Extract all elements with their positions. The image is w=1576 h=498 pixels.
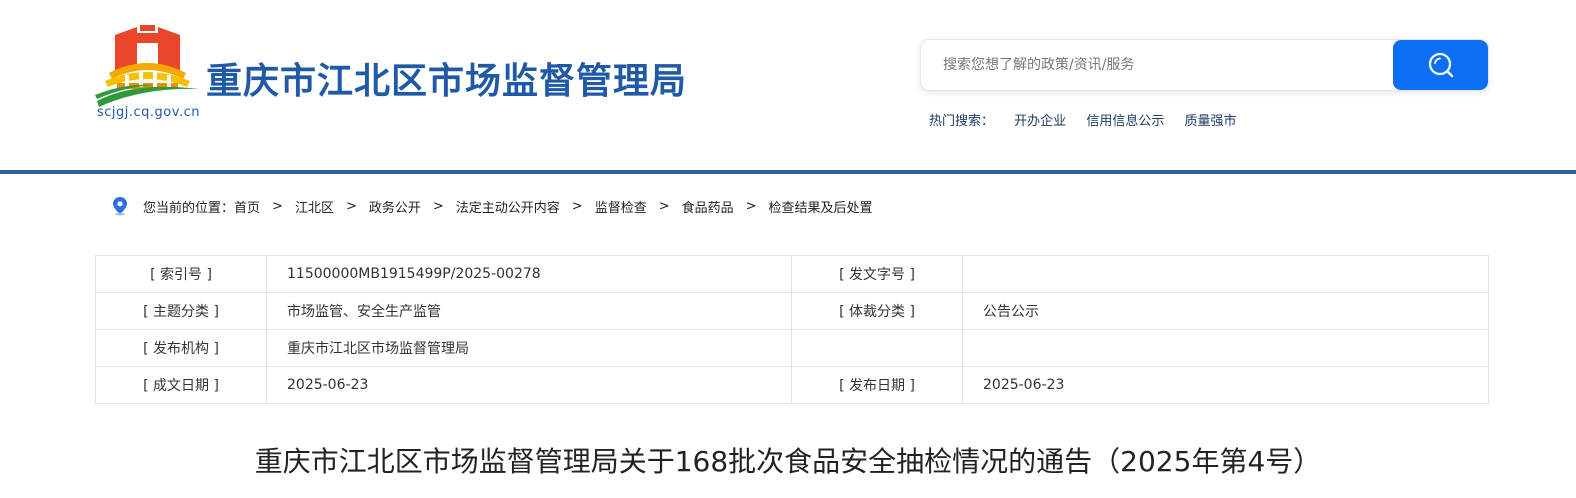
meta-value: 公告公示 — [962, 292, 1489, 330]
meta-key: [ 体裁分类 ] — [791, 292, 963, 330]
meta-value — [962, 255, 1489, 293]
breadcrumb-item[interactable]: 检查结果及后处置 — [769, 197, 873, 216]
breadcrumb-separator: > — [745, 198, 757, 214]
breadcrumb-separator: > — [658, 198, 670, 214]
hot-search-link[interactable]: 质量强市 — [1184, 114, 1236, 129]
meta-value: 重庆市江北区市场监督管理局 — [266, 329, 792, 367]
site-domain: scjgj.cq.gov.cn — [97, 105, 200, 120]
breadcrumb-item[interactable]: 政务公开 — [369, 197, 421, 216]
search-input[interactable] — [921, 40, 1393, 90]
table-row: [ 发布机构 ] 重庆市江北区市场监督管理局 — [95, 329, 1489, 367]
breadcrumb-separator: > — [272, 198, 283, 214]
breadcrumb-item[interactable]: 食品药品 — [682, 197, 734, 216]
breadcrumb-separator: > — [432, 198, 444, 214]
hot-search-link[interactable]: 开办企业 — [1014, 114, 1066, 129]
breadcrumb-separator: > — [345, 198, 357, 214]
breadcrumb-item[interactable]: 首页 — [234, 197, 260, 216]
header-divider — [0, 170, 1576, 174]
location-pin-icon — [113, 197, 127, 216]
site-header: 重庆市江北区市场监督管理局 scjgj.cq.gov.cn 热门搜索： 开办企业… — [0, 0, 1576, 170]
document-meta-table: [ 索引号 ] 11500000MB1915499P/2025-00278 [ … — [95, 255, 1489, 404]
meta-key: [ 索引号 ] — [95, 255, 267, 293]
meta-key: [ 发文字号 ] — [791, 255, 963, 293]
search-button[interactable] — [1393, 40, 1488, 90]
meta-value: 2025-06-23 — [266, 366, 792, 404]
search-icon — [1428, 52, 1453, 78]
table-row: [ 主题分类 ] 市场监管、安全生产监管 [ 体裁分类 ] 公告公示 — [95, 292, 1489, 330]
search-box — [921, 40, 1488, 90]
meta-value — [962, 329, 1489, 367]
hot-search-link[interactable]: 信用信息公示 — [1086, 114, 1164, 129]
meta-key: [ 发布日期 ] — [791, 366, 963, 404]
meta-value: 2025-06-23 — [962, 366, 1489, 404]
breadcrumb-item[interactable]: 法定主动公开内容 — [456, 197, 560, 216]
meta-key — [791, 329, 963, 367]
site-title[interactable]: 重庆市江北区市场监督管理局 — [206, 52, 687, 104]
meta-key: [ 成文日期 ] — [95, 366, 267, 404]
meta-value: 11500000MB1915499P/2025-00278 — [266, 255, 792, 293]
hot-search: 热门搜索： 开办企业 信用信息公示 质量强市 — [929, 110, 1236, 129]
meta-key: [ 主题分类 ] — [95, 292, 267, 330]
meta-key: [ 发布机构 ] — [95, 329, 267, 367]
breadcrumb: 您当前的位置： 首页 > 江北区 > 政务公开 > 法定主动公开内容 > 监督检… — [110, 196, 873, 216]
table-row: [ 索引号 ] 11500000MB1915499P/2025-00278 [ … — [95, 255, 1489, 293]
table-row: [ 成文日期 ] 2025-06-23 [ 发布日期 ] 2025-06-23 — [95, 366, 1489, 404]
hot-search-label: 热门搜索： — [929, 114, 995, 129]
meta-value: 市场监管、安全生产监管 — [266, 292, 792, 330]
breadcrumb-item[interactable]: 监督检查 — [595, 197, 647, 216]
breadcrumb-prefix: 您当前的位置： — [143, 200, 235, 216]
breadcrumb-item[interactable]: 江北区 — [295, 197, 334, 216]
document-title: 重庆市江北区市场监督管理局关于168批次食品安全抽检情况的通告（2025年第4号… — [254, 445, 1322, 478]
breadcrumb-separator: > — [571, 198, 583, 214]
